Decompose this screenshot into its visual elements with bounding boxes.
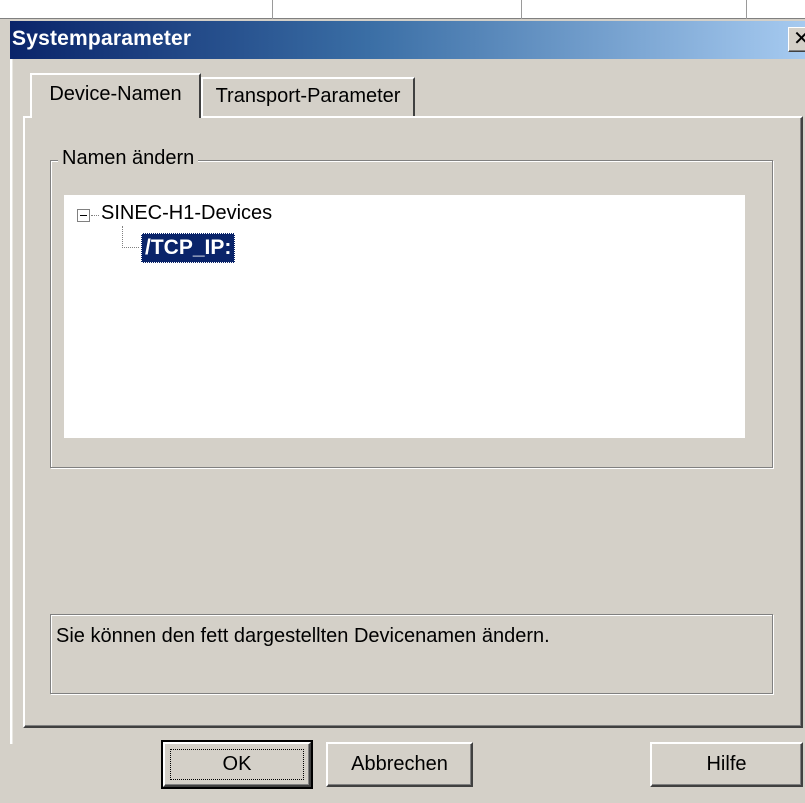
help-button[interactable]: Hilfe xyxy=(650,742,803,787)
dialog-titlebar[interactable]: Systemparameter ✕ xyxy=(10,21,805,59)
tab-panel xyxy=(23,116,803,728)
tab-transport-parameter[interactable]: Transport-Parameter xyxy=(201,77,415,116)
column-separator xyxy=(521,0,522,19)
column-separator xyxy=(272,0,273,19)
cancel-button[interactable]: Abbrechen xyxy=(326,742,473,787)
close-button[interactable]: ✕ xyxy=(788,27,805,52)
ok-button-label: OK xyxy=(222,753,252,775)
dialog-title: Systemparameter xyxy=(12,27,192,50)
dialog-frame-edge xyxy=(12,59,13,744)
close-icon: ✕ xyxy=(793,28,805,50)
ok-button[interactable]: OK xyxy=(161,740,313,789)
background-window-strip xyxy=(0,0,805,19)
tab-device-namen[interactable]: Device-Namen xyxy=(30,73,201,118)
column-separator xyxy=(746,0,747,19)
groupbox-legend: Namen ändern xyxy=(58,147,199,170)
